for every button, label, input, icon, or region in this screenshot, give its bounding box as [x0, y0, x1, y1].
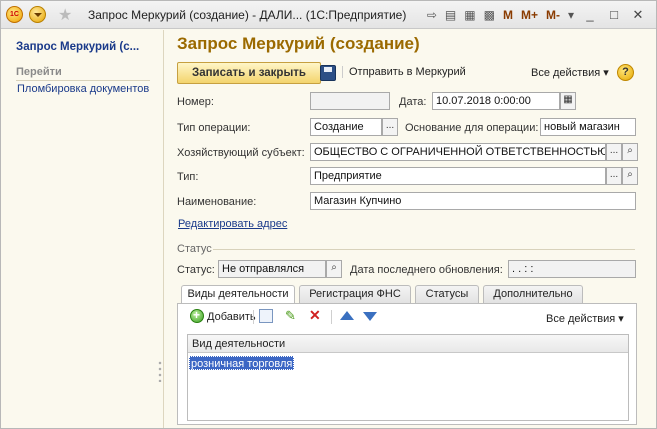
- edit-address-link[interactable]: Редактировать адрес: [178, 218, 287, 230]
- page-title: Запрос Меркурий (создание): [177, 34, 420, 53]
- toolbar-divider: [253, 310, 254, 324]
- type-select-button[interactable]: ...: [606, 167, 622, 185]
- close-button[interactable]: ✕: [630, 7, 646, 23]
- basis-label: Основание для операции:: [405, 122, 539, 134]
- tab-activity-types[interactable]: Виды деятельности: [181, 285, 295, 304]
- operation-type-field[interactable]: Создание: [310, 118, 382, 136]
- add-button[interactable]: Добавить: [207, 311, 256, 323]
- activity-types-panel: Добавить ✎ ✕ Все действия ▾ Вид деятельн…: [177, 303, 637, 425]
- sidebar: Запрос Меркурий (с... Перейти Пломбировк…: [2, 30, 164, 428]
- move-up-icon[interactable]: [340, 311, 354, 320]
- title-toolbar: ⇨ ▤ ▦ ▩ M M+ M- ▾ _ □ ✕: [423, 4, 650, 26]
- memory-m-plus-button[interactable]: M+: [521, 8, 538, 22]
- operation-type-select-button[interactable]: ...: [382, 118, 398, 136]
- column-header-activity-type[interactable]: Вид деятельности: [188, 335, 628, 353]
- panel-all-actions-menu[interactable]: Все действия ▾: [546, 312, 624, 325]
- date-field[interactable]: 10.07.2018 0:00:00: [432, 92, 560, 110]
- sidebar-group-goto: Перейти: [16, 66, 150, 81]
- type-search-icon[interactable]: ⌕: [622, 167, 638, 185]
- business-entity-label: Хозяйствующий субъект:: [177, 147, 305, 159]
- table-row[interactable]: розничная торговля: [188, 354, 628, 372]
- all-actions-menu[interactable]: Все действия ▾: [531, 66, 609, 79]
- window-title: Запрос Меркурий (создание) - ДАЛИ... (1С…: [88, 8, 407, 22]
- table-toolbar: Добавить ✎ ✕ Все действия ▾: [178, 304, 636, 330]
- tab-fns-registration[interactable]: Регистрация ФНС: [299, 285, 411, 303]
- last-update-field[interactable]: . . : :: [508, 260, 636, 278]
- calculator-icon[interactable]: ▦: [464, 8, 475, 22]
- save-and-close-button[interactable]: Записать и закрыть: [177, 62, 321, 84]
- basis-field[interactable]: новый магазин: [540, 118, 636, 136]
- tab-bar: Виды деятельности Регистрация ФНС Статус…: [177, 285, 637, 304]
- activity-types-table: Вид деятельности розничная торговля: [187, 334, 629, 421]
- number-field[interactable]: [310, 92, 390, 110]
- save-icon[interactable]: [320, 65, 336, 81]
- tab-statuses[interactable]: Статусы: [415, 285, 479, 303]
- toolbar-divider: [331, 310, 332, 324]
- sidebar-item-sealing-documents[interactable]: Пломбировка документов: [17, 83, 149, 95]
- title-bar: 1С ★ Запрос Меркурий (создание) - ДАЛИ..…: [1, 1, 656, 29]
- status-group-title: Статус: [177, 243, 212, 255]
- 1c-logo-icon: 1С: [6, 6, 23, 23]
- name-label: Наименование:: [177, 196, 257, 208]
- business-entity-select-button[interactable]: ...: [606, 143, 622, 161]
- sidebar-title: Запрос Меркурий (с...: [16, 41, 140, 53]
- business-entity-search-icon[interactable]: ⌕: [622, 143, 638, 161]
- last-update-label: Дата последнего обновления:: [350, 264, 503, 276]
- more-chevron-icon[interactable]: ▾: [568, 8, 574, 22]
- send-to-mercury-button[interactable]: Отправить в Меркурий: [342, 66, 466, 78]
- memory-m-minus-button[interactable]: M-: [546, 8, 560, 22]
- splitter-handle[interactable]: [158, 360, 162, 382]
- status-field[interactable]: Не отправлялся: [218, 260, 326, 278]
- table-cell[interactable]: розничная торговля: [189, 356, 295, 370]
- calendar-icon[interactable]: ▩: [484, 8, 495, 22]
- operation-type-label: Тип операции:: [177, 122, 251, 134]
- favorite-star-icon[interactable]: ★: [58, 5, 72, 25]
- type-label: Тип:: [177, 171, 199, 183]
- delete-icon[interactable]: ✕: [309, 307, 321, 323]
- memory-m-button[interactable]: M: [503, 8, 513, 22]
- form-area: Запрос Меркурий (создание) Записать и за…: [165, 30, 657, 428]
- forward-arrow-icon[interactable]: ⇨: [427, 8, 437, 22]
- add-icon[interactable]: [190, 308, 204, 323]
- app-window: 1С ★ Запрос Меркурий (создание) - ДАЛИ..…: [0, 0, 657, 429]
- business-entity-field[interactable]: ОБЩЕСТВО С ОГРАНИЧЕННОЙ ОТВЕТСТВЕННОСТЬЮ: [310, 143, 606, 161]
- status-label: Статус:: [177, 264, 215, 276]
- minimize-button[interactable]: _: [582, 7, 598, 23]
- move-down-icon[interactable]: [363, 312, 377, 321]
- help-icon[interactable]: ?: [617, 64, 634, 81]
- type-field[interactable]: Предприятие: [310, 167, 606, 185]
- name-field[interactable]: Магазин Купчино: [310, 192, 636, 210]
- number-label: Номер:: [177, 96, 214, 108]
- status-group-divider: [213, 249, 635, 250]
- calendar-picker-icon[interactable]: ▦: [560, 92, 576, 110]
- edit-pencil-icon[interactable]: ✎: [285, 308, 296, 324]
- main-menu-icon[interactable]: [29, 6, 46, 23]
- maximize-button[interactable]: □: [606, 7, 622, 23]
- document-icon[interactable]: ▤: [445, 8, 456, 22]
- date-label: Дата:: [399, 96, 427, 108]
- copy-icon[interactable]: [259, 309, 273, 323]
- status-search-icon[interactable]: ⌕: [326, 260, 342, 278]
- tab-additional[interactable]: Дополнительно: [483, 285, 583, 303]
